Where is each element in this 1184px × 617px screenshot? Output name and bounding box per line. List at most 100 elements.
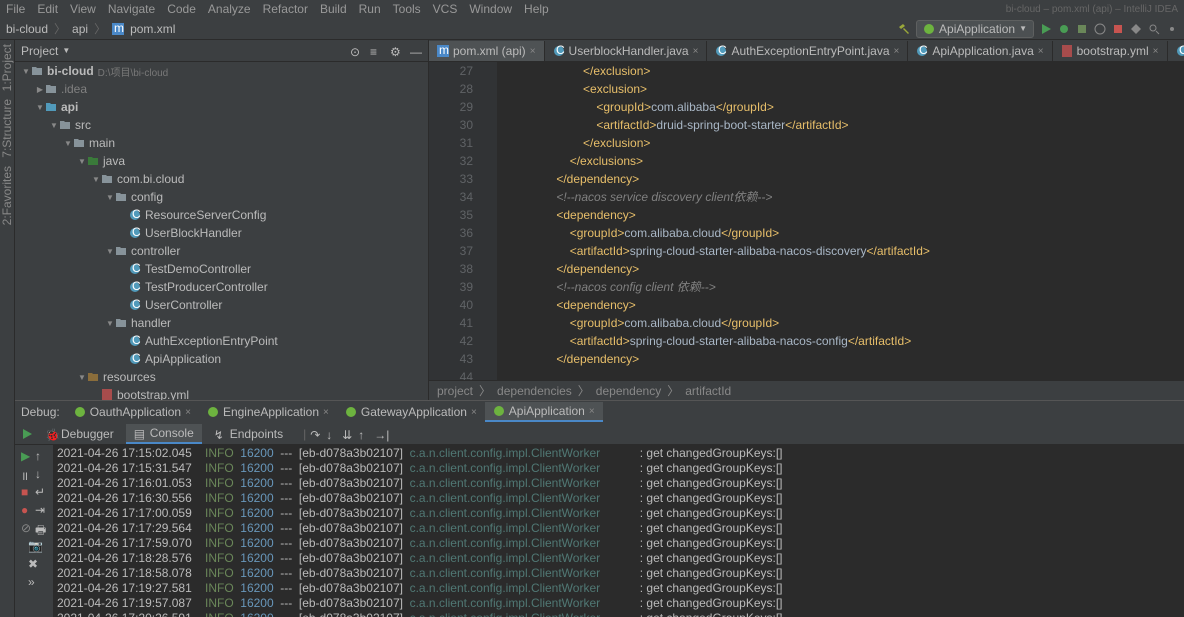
tab-pom-xml-api-[interactable]: mpom.xml (api)×	[429, 41, 545, 61]
run-tab-gatewayapplication[interactable]: GatewayApplication×	[337, 402, 485, 422]
collapse-all-icon[interactable]: ⚙	[390, 45, 402, 57]
clear-icon[interactable]: ✖	[28, 557, 40, 569]
tree-item-usercontroller[interactable]: CUserController	[15, 296, 428, 314]
structure-toolwindow-button[interactable]: 7:Structure	[0, 99, 14, 158]
menu-window[interactable]: Window	[469, 2, 512, 16]
menu-refactor[interactable]: Refactor	[263, 2, 308, 16]
tree-item-testdemocontroller[interactable]: CTestDemoController	[15, 260, 428, 278]
debug-icon[interactable]	[1058, 23, 1070, 35]
project-toolwindow-button[interactable]: 1:Project	[0, 44, 14, 91]
expand-all-icon[interactable]: ≡	[370, 45, 382, 57]
line-gutter[interactable]: 2728293031323334353637383940414243444546…	[429, 62, 483, 380]
menu-navigate[interactable]: Navigate	[108, 2, 155, 16]
tree-item-config[interactable]: ▼config	[15, 188, 428, 206]
crumb-artifactid[interactable]: artifactId	[685, 384, 731, 398]
run-tab-apiapplication[interactable]: ApiApplication×	[485, 402, 603, 422]
force-step-into-icon[interactable]: ⇊	[342, 428, 354, 440]
tab-bootstrap-yml[interactable]: bootstrap.yml×	[1053, 41, 1168, 61]
run-tab-oauthapplication[interactable]: OauthApplication×	[66, 402, 199, 422]
up-icon[interactable]: ↑	[35, 449, 47, 461]
tab-authexceptionentrypoint-java[interactable]: CAuthExceptionEntryPoint.java×	[707, 41, 908, 61]
tree-item-apiapplication[interactable]: CApiApplication	[15, 350, 428, 368]
crumb-file[interactable]: pom.xml	[130, 22, 175, 36]
tree-item-bootstrap-yml[interactable]: bootstrap.yml	[15, 386, 428, 400]
resume-icon[interactable]: ▶	[21, 449, 33, 461]
close-tab-icon[interactable]: ×	[693, 46, 699, 57]
menu-vcs[interactable]: VCS	[433, 2, 458, 16]
tree-item-api[interactable]: ▼api	[15, 98, 428, 116]
down-icon[interactable]: ↓	[35, 467, 47, 479]
search-icon[interactable]	[1148, 23, 1160, 35]
svg-text:C: C	[132, 281, 141, 293]
menu-build[interactable]: Build	[320, 2, 347, 16]
tree-item-handler[interactable]: ▼handler	[15, 314, 428, 332]
git-icon[interactable]	[1130, 23, 1142, 35]
soft-wrap-icon[interactable]: ↵	[35, 485, 47, 497]
crumb-dependencies[interactable]: dependencies	[497, 384, 572, 398]
tree-root[interactable]: ▼bi-cloudD:\项目\bi-cloud	[15, 62, 428, 80]
tab-apiapplication-java[interactable]: CApiApplication.java×	[908, 41, 1052, 61]
close-tab-icon[interactable]: ×	[1153, 46, 1159, 57]
code-editor[interactable]: </exclusion> <exclusion> <groupId>com.al…	[497, 62, 1184, 380]
stop-icon[interactable]	[1112, 23, 1124, 35]
debugger-tab[interactable]: 🐞Debugger	[37, 425, 122, 443]
crumb-dependency[interactable]: dependency	[596, 384, 661, 398]
step-out-icon[interactable]: ↑	[358, 428, 370, 440]
tree-item--idea[interactable]: ▶.idea	[15, 80, 428, 98]
menu-edit[interactable]: Edit	[37, 2, 58, 16]
tree-item-controller[interactable]: ▼controller	[15, 242, 428, 260]
tree-item-userblockhandler[interactable]: CUserBlockHandler	[15, 224, 428, 242]
endpoints-tab[interactable]: ↯Endpoints	[206, 425, 291, 443]
crumb-module[interactable]: api	[72, 22, 88, 36]
close-tab-icon[interactable]: ×	[894, 46, 900, 57]
select-opened-file-icon[interactable]: ⊙	[350, 45, 362, 57]
tab-userblockhandler-java[interactable]: CUserblockHandler.java×	[545, 41, 708, 61]
crumb-project[interactable]: project	[437, 384, 473, 398]
run-config-selector[interactable]: ApiApplication ▼	[916, 20, 1034, 38]
scroll-to-end-icon[interactable]: ⇥	[35, 503, 47, 515]
step-into-icon[interactable]: ↓	[326, 428, 338, 440]
close-tab-icon[interactable]: ×	[1038, 46, 1044, 57]
project-panel-title[interactable]: Project	[21, 44, 58, 58]
close-tab-icon[interactable]: ×	[530, 46, 536, 57]
project-tree[interactable]: ▼bi-cloudD:\项目\bi-cloud▶.idea▼api▼src▼ma…	[15, 62, 428, 400]
tree-item-src[interactable]: ▼src	[15, 116, 428, 134]
menu-analyze[interactable]: Analyze	[208, 2, 251, 16]
tab-testdemocontroller-java[interactable]: CTestDemoController.java×	[1168, 41, 1184, 61]
mute-breakpoints-icon[interactable]: ⊘	[21, 521, 33, 533]
menu-code[interactable]: Code	[167, 2, 196, 16]
menu-file[interactable]: File	[6, 2, 25, 16]
tree-item-java[interactable]: ▼java	[15, 152, 428, 170]
console-tab[interactable]: ▤Console	[126, 424, 202, 444]
profile-icon[interactable]	[1094, 23, 1106, 35]
favorites-toolwindow-button[interactable]: 2:Favorites	[0, 166, 14, 225]
tree-item-resources[interactable]: ▼resources	[15, 368, 428, 386]
build-icon[interactable]	[898, 23, 910, 35]
tree-item-main[interactable]: ▼main	[15, 134, 428, 152]
stop-debug-icon[interactable]: ■	[21, 485, 33, 497]
run-tab-engineapplication[interactable]: EngineApplication×	[199, 402, 337, 422]
tree-item-testproducercontroller[interactable]: CTestProducerController	[15, 278, 428, 296]
settings-icon[interactable]	[1166, 23, 1178, 35]
menu-run[interactable]: Run	[359, 2, 381, 16]
crumb-root[interactable]: bi-cloud	[6, 22, 48, 36]
tree-item-authexceptionentrypoint[interactable]: CAuthExceptionEntryPoint	[15, 332, 428, 350]
run-to-cursor-icon[interactable]: →|	[374, 428, 386, 440]
menu-help[interactable]: Help	[524, 2, 549, 16]
tree-item-com-bi-cloud[interactable]: ▼com.bi.cloud	[15, 170, 428, 188]
more-icon[interactable]: »	[28, 575, 40, 587]
print-icon[interactable]: 🖶	[35, 521, 47, 533]
tree-item-resourceserverconfig[interactable]: CResourceServerConfig	[15, 206, 428, 224]
menu-tools[interactable]: Tools	[393, 2, 421, 16]
view-breakpoints-icon[interactable]: ●	[21, 503, 33, 515]
coverage-icon[interactable]	[1076, 23, 1088, 35]
run-icon[interactable]	[1040, 23, 1052, 35]
rerun-icon[interactable]	[21, 428, 33, 440]
svg-text:C: C	[556, 45, 565, 57]
hide-icon[interactable]: —	[410, 45, 422, 57]
menu-view[interactable]: View	[70, 2, 96, 16]
pause-icon[interactable]: ॥	[21, 467, 33, 479]
step-over-icon[interactable]: ↷	[310, 428, 322, 440]
camera-icon[interactable]: 📷	[28, 539, 40, 551]
console-output[interactable]: 2021-04-26 17:15:02.045 INFO 16200 --- […	[53, 445, 1184, 617]
